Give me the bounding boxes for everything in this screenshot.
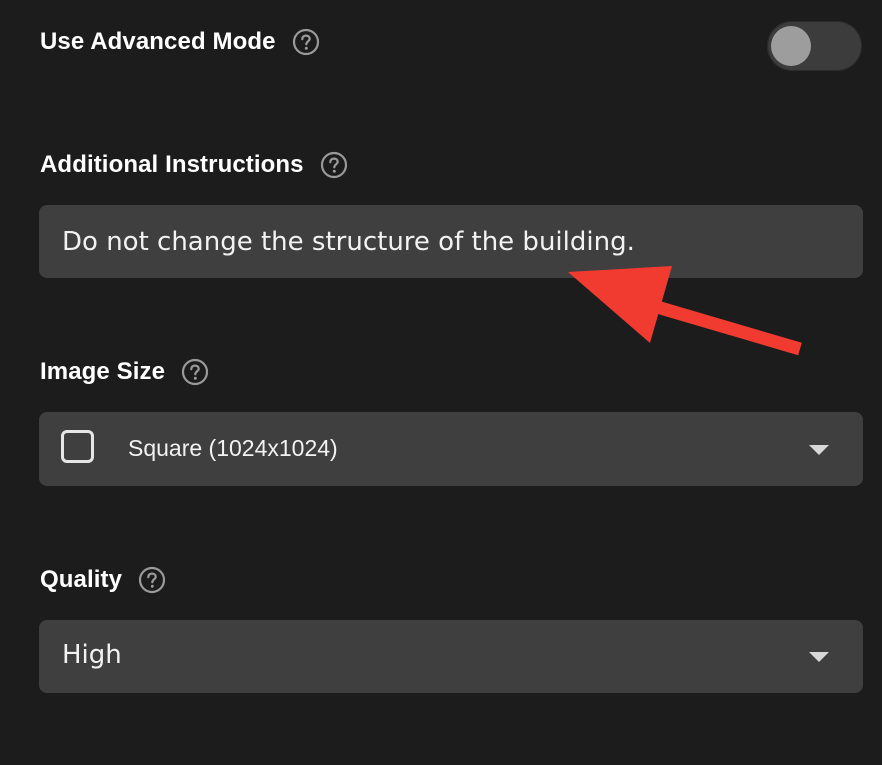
help-circle-icon[interactable] — [181, 358, 209, 386]
image-size-selected-value: Square (1024x1024) — [128, 435, 338, 461]
advanced-mode-label: Use Advanced Mode — [40, 28, 276, 55]
square-icon — [61, 430, 94, 463]
quality-label: Quality — [40, 566, 123, 593]
image-size-label: Image Size — [40, 358, 166, 385]
help-circle-icon[interactable] — [320, 151, 348, 179]
additional-instructions-label: Additional Instructions — [40, 151, 304, 178]
caret-down-icon[interactable] — [809, 652, 829, 662]
quality-selected-value: High — [62, 640, 122, 670]
toggle-knob — [771, 26, 811, 66]
help-circle-icon[interactable] — [292, 28, 320, 56]
additional-instructions-label-row: Additional Instructions — [40, 150, 348, 180]
additional-instructions-input[interactable]: Do not change the structure of the build… — [39, 205, 863, 278]
caret-down-icon[interactable] — [809, 445, 829, 455]
quality-label-row: Quality — [40, 565, 166, 595]
help-circle-icon[interactable] — [138, 566, 166, 594]
quality-select[interactable]: High — [39, 620, 863, 693]
image-size-select[interactable]: Square (1024x1024) — [39, 412, 863, 486]
image-size-label-row: Image Size — [40, 357, 209, 387]
advanced-mode-label-row: Use Advanced Mode — [40, 27, 320, 57]
advanced-mode-toggle[interactable] — [767, 21, 862, 71]
